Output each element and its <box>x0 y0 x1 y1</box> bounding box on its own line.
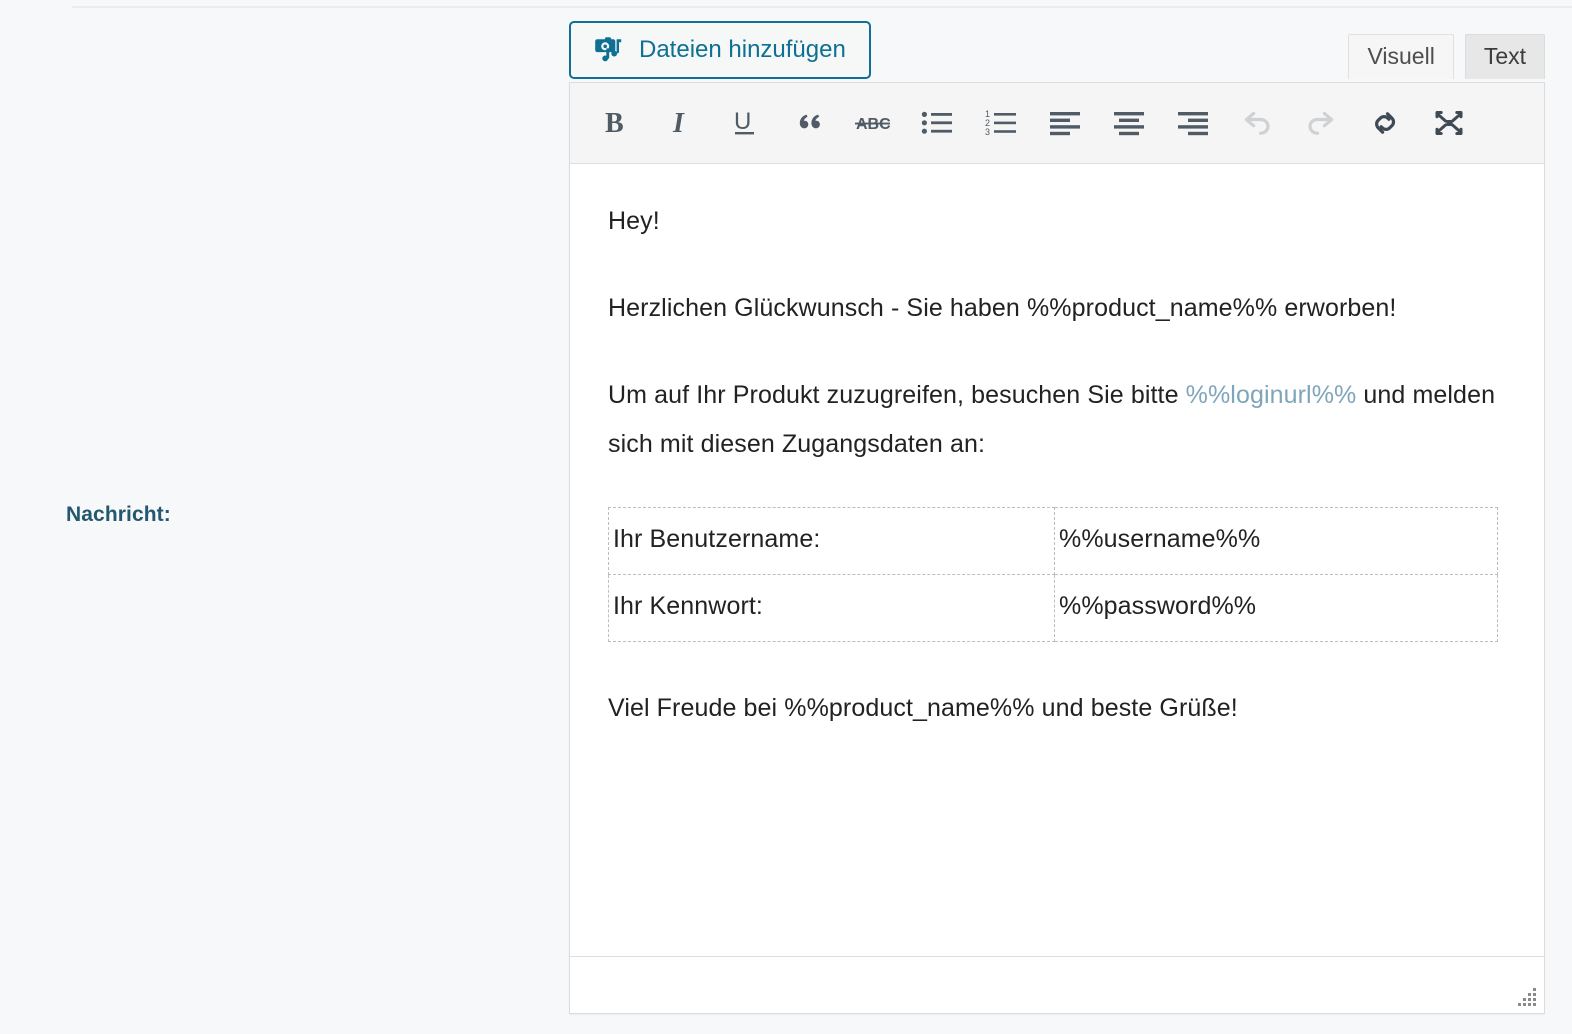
blockquote-icon[interactable] <box>782 97 836 149</box>
numbered-list-icon[interactable]: 1 2 3 <box>974 97 1028 149</box>
tab-visuell[interactable]: Visuell <box>1348 34 1453 79</box>
loginurl-token-link[interactable]: %%loginurl%% <box>1186 381 1357 409</box>
strikethrough-icon[interactable]: ABC <box>846 97 900 149</box>
table-row: Ihr Benutzername: %%username%% <box>609 508 1498 575</box>
align-left-icon[interactable] <box>1038 97 1092 149</box>
svg-text:3: 3 <box>985 127 990 136</box>
table-row: Ihr Kennwort: %%password%% <box>609 575 1498 642</box>
paragraph-congratulations: Herzlichen Glückwunsch - Sie haben %%pro… <box>608 284 1506 333</box>
align-right-icon[interactable] <box>1166 97 1220 149</box>
rich-text-editor: B I U ABC <box>569 82 1545 1014</box>
editor-toolbar: B I U ABC <box>570 83 1544 164</box>
bulleted-list-icon[interactable] <box>910 97 964 149</box>
svg-text:B: B <box>605 108 624 138</box>
svg-text:U: U <box>734 108 751 135</box>
paragraph-access: Um auf Ihr Produkt zuzugreifen, besuchen… <box>608 371 1506 469</box>
resize-grip-icon[interactable] <box>1514 984 1536 1006</box>
message-document: Hey! Herzlichen Glückwunsch - Sie haben … <box>608 197 1506 733</box>
insert-link-icon[interactable] <box>1358 97 1412 149</box>
fullscreen-icon[interactable] <box>1422 97 1476 149</box>
underline-icon[interactable]: U <box>718 97 772 149</box>
credential-value-password: %%password%% <box>1055 575 1498 642</box>
italic-icon[interactable]: I <box>654 97 708 149</box>
credential-label-username: Ihr Benutzername: <box>609 508 1055 575</box>
editor-status-bar <box>570 956 1544 1013</box>
editor-mode-tabs: Visuell Text <box>1348 34 1545 79</box>
paragraph-greeting: Hey! <box>608 197 1506 246</box>
bold-icon[interactable]: B <box>590 97 644 149</box>
svg-text:I: I <box>672 108 685 138</box>
credential-label-password: Ihr Kennwort: <box>609 575 1055 642</box>
editor-header-row: Dateien hinzufügen Visuell Text <box>569 0 1545 82</box>
editor-content-area[interactable]: Hey! Herzlichen Glückwunsch - Sie haben … <box>570 165 1544 957</box>
add-media-label: Dateien hinzufügen <box>639 36 846 64</box>
align-center-icon[interactable] <box>1102 97 1156 149</box>
paragraph-closing: Viel Freude bei %%product_name%% und bes… <box>608 684 1506 733</box>
access-text-before: Um auf Ihr Produkt zuzugreifen, besuchen… <box>608 381 1186 409</box>
credentials-table: Ihr Benutzername: %%username%% Ihr Kennw… <box>608 507 1498 642</box>
undo-icon[interactable] <box>1230 97 1284 149</box>
redo-icon[interactable] <box>1294 97 1348 149</box>
add-media-button[interactable]: Dateien hinzufügen <box>569 21 871 79</box>
media-camera-note-icon <box>593 36 623 64</box>
credential-value-username: %%username%% <box>1055 508 1498 575</box>
field-label-nachricht: Nachricht: <box>66 503 506 527</box>
tab-text[interactable]: Text <box>1465 34 1545 79</box>
